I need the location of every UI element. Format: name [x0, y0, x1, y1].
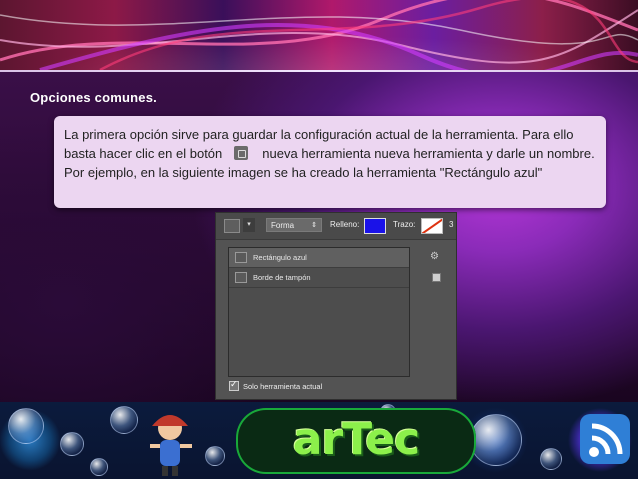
preset-list: Rectángulo azul Borde de tampón: [228, 247, 410, 377]
bubble-decoration: [90, 458, 108, 476]
gear-icon[interactable]: ⚙: [430, 251, 439, 262]
preset-label: Rectángulo azul: [253, 253, 307, 262]
fill-color-swatch[interactable]: [364, 218, 386, 234]
bubble-decoration: [110, 406, 138, 434]
stroke-color-swatch[interactable]: [421, 218, 443, 234]
options-bar: ▾ Forma ⇕ Relleno: Trazo: 3: [216, 213, 456, 240]
tool-preset-picker[interactable]: [224, 219, 240, 233]
preset-dropdown-arrow[interactable]: ▾: [243, 218, 255, 232]
preset-row[interactable]: Borde de tampón: [229, 268, 409, 288]
current-tool-only-checkbox[interactable]: [229, 379, 239, 391]
new-preset-icon: [234, 146, 249, 160]
preset-label: Borde de tampón: [253, 273, 311, 282]
callout-text: La primera opción sirve para guardar la …: [64, 125, 599, 182]
slide-heading: Opciones comunes.: [30, 90, 157, 105]
logo-text: arTec: [292, 414, 420, 465]
fill-label: Relleno:: [330, 220, 360, 229]
bubble-decoration: [470, 414, 522, 466]
explanation-callout: La primera opción sirve para guardar la …: [54, 116, 606, 208]
bubble-decoration: [60, 432, 84, 456]
current-tool-only-label: Solo herramienta actual: [243, 382, 323, 391]
new-preset-icon[interactable]: [432, 273, 441, 282]
rectangle-icon: [235, 252, 247, 263]
updown-arrows-icon: ⇕: [311, 222, 317, 229]
light-streaks: [0, 0, 638, 70]
preset-row[interactable]: Rectángulo azul: [229, 248, 409, 268]
stroke-label: Trazo:: [393, 220, 416, 229]
mode-select[interactable]: Forma ⇕: [266, 218, 322, 232]
wifi-icon: [580, 414, 630, 464]
mode-select-value: Forma: [271, 221, 295, 230]
footer-banner: arTec: [0, 402, 638, 479]
bubble-decoration: [8, 408, 44, 444]
tool-presets-panel: ▾ Forma ⇕ Relleno: Trazo: 3 Rectángulo a…: [215, 212, 457, 400]
artec-logo: arTec: [236, 408, 476, 474]
bubble-decoration: [205, 446, 225, 466]
top-decorative-banner: [0, 0, 638, 70]
rectangle-icon: [235, 272, 247, 283]
cartoon-figure-icon: [150, 415, 192, 476]
bubble-decoration: [540, 448, 562, 470]
stroke-width-value: 3: [449, 220, 454, 229]
